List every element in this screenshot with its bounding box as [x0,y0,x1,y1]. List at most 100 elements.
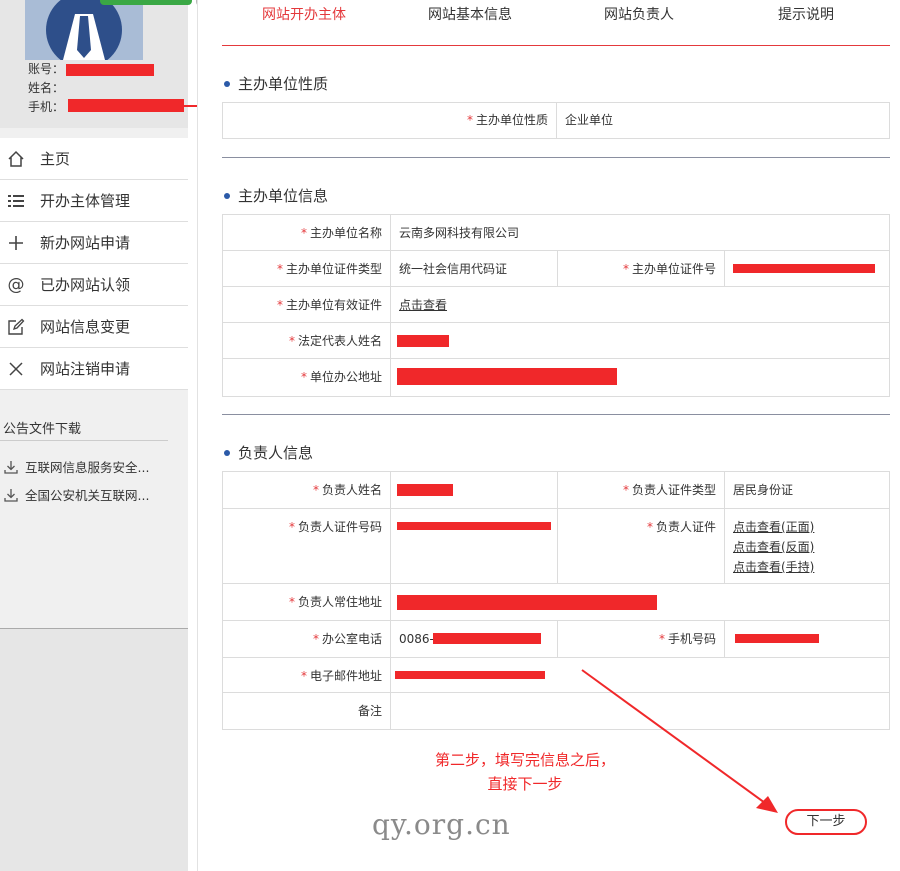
person-name-value[interactable] [390,472,557,508]
section-divider [222,157,890,158]
view-front-link[interactable]: 点击查看(正面) [733,520,814,534]
field-label: * 负责人证件号码 [288,520,382,534]
field-label: * 法定代表人姓名 [288,334,382,348]
table-row: * 法定代表人姓名 [223,323,889,359]
menu-label: 已办网站认领 [40,276,131,294]
field-label: * 主办单位性质 [466,113,548,127]
next-button[interactable]: 下一步 [785,809,867,835]
menu-label: 新办网站申请 [40,234,131,252]
tab-entity[interactable]: 网站开办主体 [262,4,346,24]
table-row: 备注 [223,693,889,729]
top-button-green[interactable] [100,0,192,5]
side-menu: 主页 开办主体管理 新办网站申请 @ 已办网站认领 网站信息变更 网站注销申请 [0,138,188,390]
at-icon: @ [7,274,25,295]
section-title-org: 主办单位信息 [224,185,328,206]
tab-notes[interactable]: 提示说明 [778,4,834,24]
phone-line: 手机： [28,98,64,116]
field-label: * 负责人证件类型 [557,472,724,508]
redacted-account [66,64,154,76]
menu-label: 开办主体管理 [40,192,131,210]
section-divider [222,414,890,415]
person-address-value[interactable] [390,584,889,620]
section-title-text: 负责人信息 [238,444,314,462]
download-link-1[interactable]: 互联网信息服务安全... [3,457,149,476]
redacted-value [433,633,541,644]
close-icon [6,359,26,379]
nature-value[interactable]: 企业单位 [556,103,889,138]
person-cert-no-value[interactable] [390,509,557,583]
account-panel: 账号： 姓名： 手机： [0,0,214,128]
field-label: * 主办单位名称 [300,226,382,240]
menu-item-change-info[interactable]: 网站信息变更 [0,306,188,348]
person-cert-links: 点击查看(正面) 点击查看(反面) 点击查看(手持) [724,509,889,583]
edit-icon [6,317,26,337]
table-row: * 主办单位名称 云南多网科技有限公司 [223,215,889,251]
redacted-phone [68,99,184,112]
email-value[interactable] [390,658,889,692]
annotation-text: 第二步，填写完信息之后， 直接下一步 [395,748,655,796]
person-table: * 负责人姓名 * 负责人证件类型 居民身份证 * 负责人证件号码 * 负责人证件 点击… [222,471,890,730]
mobile-value[interactable] [724,621,889,657]
annotation-line-2: 直接下一步 [487,775,563,793]
table-row: * 主办单位性质 企业单位 [223,103,889,138]
field-label: * 办公室电话 [312,632,382,646]
name-label: 姓名： [28,81,65,95]
redacted-value [397,595,657,610]
sidebar-footer [0,628,188,871]
list-icon [6,191,26,211]
tab-site-info[interactable]: 网站基本信息 [428,4,512,24]
menu-item-cancel-site[interactable]: 网站注销申请 [0,348,188,390]
notice-title: 公告文件下载 [3,422,82,437]
watermark: qy.org.cn [372,808,511,841]
table-row: * 电子邮件地址 [223,658,889,693]
name-line: 姓名： [28,79,64,97]
phone-prefix: 0086- [399,632,434,646]
section-title-person: 负责人信息 [224,442,313,463]
menu-label: 网站注销申请 [40,360,131,378]
tab-site-owner[interactable]: 网站负责人 [604,4,674,24]
field-label: * 负责人证件 [557,509,724,583]
redacted-value [397,335,449,347]
redacted-value [735,634,819,643]
field-label: * 负责人常住地址 [288,595,382,609]
table-row: * 办公室电话 0086- * 手机号码 [223,621,889,658]
sidebar: 账号： 姓名： 手机： 主页 开办主体管理 新办网站申请 @ 已办网站认领 网站… [0,0,214,871]
table-row: * 主办单位有效证件 点击查看 [223,287,889,323]
view-cert-link[interactable]: 点击查看 [399,298,447,312]
office-phone-value[interactable]: 0086- [390,621,557,657]
section-title-text: 主办单位信息 [238,187,329,205]
org-name-value[interactable]: 云南多网科技有限公司 [390,215,889,250]
download-label: 全国公安机关互联网... [25,488,150,503]
menu-item-home[interactable]: 主页 [0,138,188,180]
redacted-value [397,484,453,496]
table-row: * 负责人常住地址 [223,584,889,621]
download-link-2[interactable]: 全国公安机关互联网... [3,485,149,504]
remark-value[interactable] [390,693,889,729]
plus-icon [6,233,26,253]
view-back-link[interactable]: 点击查看(反面) [733,540,814,554]
redacted-value [733,264,875,273]
field-label: * 主办单位证件号 [557,251,724,286]
org-cert-cell: 点击查看 [390,287,889,322]
org-table: * 主办单位名称 云南多网科技有限公司 * 主办单位证件类型 统一社会信用代码证 *… [222,214,890,397]
table-row: * 负责人姓名 * 负责人证件类型 居民身份证 [223,472,889,509]
view-handheld-link[interactable]: 点击查看(手持) [733,560,814,574]
org-cert-no-value[interactable] [724,251,889,286]
section-title-text: 主办单位性质 [238,75,329,93]
redacted-value [397,522,551,530]
field-label: * 主办单位证件类型 [276,262,382,276]
menu-item-new-site[interactable]: 新办网站申请 [0,222,188,264]
main-content: 网站开办主体 网站基本信息 网站负责人 提示说明 主办单位性质 * 主办单位性质 … [197,0,900,871]
person-cert-type-value[interactable]: 居民身份证 [724,472,889,508]
user-avatar-icon [25,0,143,60]
menu-item-claim-site[interactable]: @ 已办网站认领 [0,264,188,306]
field-label: * 电子邮件地址 [300,669,382,683]
org-cert-type-value[interactable]: 统一社会信用代码证 [390,251,557,286]
phone-label: 手机： [28,100,65,114]
bullet-dot [224,192,230,199]
field-label: * 主办单位有效证件 [276,298,382,312]
avatar [25,0,143,60]
menu-item-entity-manage[interactable]: 开办主体管理 [0,180,188,222]
legal-rep-value[interactable] [390,323,889,358]
org-address-value[interactable] [390,359,889,396]
